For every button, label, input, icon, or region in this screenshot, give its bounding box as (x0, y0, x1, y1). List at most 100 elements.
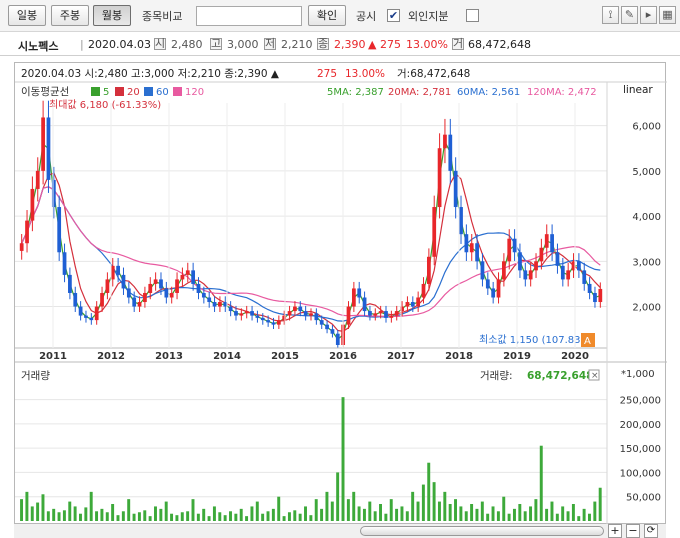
volume-bar (395, 508, 399, 521)
volume-bar (95, 511, 99, 521)
volume-bar (314, 499, 318, 521)
volume-bar (218, 512, 222, 521)
chart-panel: 2020.04.03 시:2,480 고:3,000 저:2,210 종:2,3… (14, 62, 667, 525)
monthly-button[interactable]: 월봉 (93, 5, 131, 26)
ma20-value: 20MA: 2,781 (388, 87, 451, 98)
candle-body (523, 270, 528, 280)
volume-bar (437, 501, 441, 521)
candle-body (105, 279, 110, 293)
candle-body (443, 134, 447, 149)
notice-checkbox[interactable]: ✔ (387, 9, 400, 22)
chart-header-pct: 13.00% (345, 68, 385, 80)
volume-bar (245, 516, 249, 521)
daily-button[interactable]: 일봉 (8, 5, 46, 26)
pointer-tool-icon[interactable]: ⟟ (602, 6, 619, 24)
candle-body (469, 243, 474, 253)
candle-body (598, 288, 603, 303)
x-tick-label: 2011 (39, 351, 67, 362)
stock-chart[interactable]: 2020.04.03 시:2,480 고:3,000 저:2,210 종:2,3… (15, 63, 667, 525)
volume-bar (57, 512, 61, 521)
candle-body (175, 279, 179, 293)
candle-body (132, 297, 137, 307)
x-tick-label: 2018 (445, 351, 473, 362)
candle-body (560, 265, 565, 280)
candle-body (19, 243, 24, 251)
chart-scrollbar[interactable]: + − ⟳ (14, 524, 666, 538)
volume-bar (250, 506, 254, 521)
volume-bar (148, 516, 152, 521)
volume-bar (25, 491, 29, 521)
scroll-thumb[interactable] (360, 526, 604, 536)
separator: | (80, 38, 84, 51)
candle-body (148, 283, 153, 293)
candle-body (164, 288, 169, 298)
candle-body (378, 311, 383, 314)
volume-bar (448, 504, 452, 521)
candle-body (143, 292, 147, 303)
weekly-button[interactable]: 주봉 (51, 5, 89, 26)
volume-bar (571, 504, 575, 521)
volume-bar (191, 499, 195, 521)
candle-body (582, 270, 587, 284)
candle-body (346, 306, 351, 325)
price-grid (15, 125, 607, 308)
price-tick-label: 3,000 (632, 257, 661, 268)
volume-bar (475, 508, 479, 521)
volume-bar (320, 508, 324, 521)
volume-bar (30, 506, 34, 521)
candle-body (335, 333, 340, 345)
refresh-icon[interactable]: ⟳ (644, 524, 658, 538)
volume-bar (325, 491, 329, 521)
compare-search-input[interactable] (196, 6, 302, 26)
candle-body (180, 274, 185, 280)
candle-body (121, 274, 126, 289)
cursor-tool-icon[interactable]: ▸ (640, 6, 657, 24)
volume-bar (20, 499, 24, 521)
ma-legend-title: 이동평균선 (21, 86, 69, 98)
candle-body (207, 297, 212, 303)
candle-body (325, 324, 329, 330)
volume-bar (384, 513, 388, 521)
pen-tool-icon[interactable]: ✎ (621, 6, 638, 24)
close-value: 2,390 (334, 38, 366, 51)
zoom-out-icon[interactable]: − (626, 524, 640, 538)
volume-bar (582, 508, 586, 521)
candle-body (73, 292, 78, 307)
zoom-in-icon[interactable]: + (608, 524, 622, 538)
volume-bar (421, 484, 425, 521)
confirm-button[interactable]: 확인 (308, 5, 346, 26)
candle-body (309, 313, 313, 316)
x-tick-label: 2015 (271, 351, 299, 362)
volume-bar (411, 491, 415, 521)
volume-bar (352, 491, 356, 521)
candle-body (303, 311, 308, 316)
volume-bar (196, 513, 200, 521)
candle-body (528, 270, 533, 280)
volume-bar (41, 494, 45, 521)
candle-body (330, 329, 335, 334)
candle-body (94, 306, 99, 321)
chart-header-volume: 거:68,472,648 (397, 68, 470, 80)
volume-bar (154, 506, 157, 521)
volume-bar (405, 511, 409, 521)
volume-bar (357, 506, 361, 521)
candle-body (266, 320, 271, 323)
volume-bar (52, 508, 56, 521)
volume-bar (561, 506, 565, 521)
volume-bar (427, 462, 431, 521)
price-axis: 2,000 3,000 4,000 5,000 6,000 (632, 122, 661, 314)
candle-body (496, 279, 501, 298)
volume-bar (502, 496, 506, 521)
candle-body (137, 302, 142, 307)
candle-body (57, 207, 62, 253)
volume-bar (566, 511, 570, 521)
volume-bar (555, 513, 559, 521)
foreign-ownership-checkbox[interactable] (466, 9, 479, 22)
volume-bar (539, 445, 543, 521)
grid-tool-icon[interactable]: ▦ (659, 6, 676, 24)
volume-bar (84, 507, 88, 521)
volume-bar (164, 501, 168, 521)
high-tag: 고 (210, 37, 222, 50)
volume-bar (389, 499, 393, 521)
candle-body (196, 283, 201, 293)
